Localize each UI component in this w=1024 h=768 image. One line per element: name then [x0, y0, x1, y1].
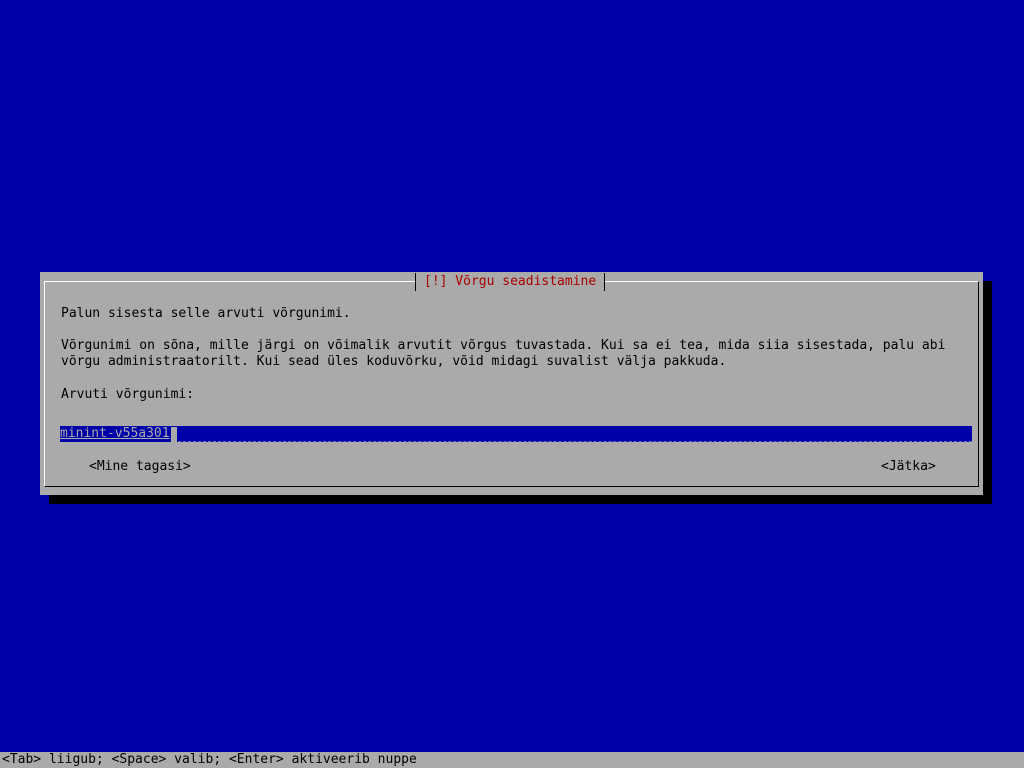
hostname-input[interactable]: minint-v55a301	[60, 426, 972, 442]
dialog-title: [!] Võrgu seadistamine	[424, 274, 597, 289]
description-line-2: võrgu administraatorilt. Kui sead üles k…	[61, 354, 727, 369]
hostname-input-value[interactable]: minint-v55a301	[60, 426, 170, 442]
continue-button[interactable]: <Jätka>	[881, 458, 936, 476]
dialog-frame: [!] Võrgu seadistamine Palun sisesta sel…	[44, 273, 979, 487]
network-config-dialog: [!] Võrgu seadistamine Palun sisesta sel…	[40, 272, 983, 495]
dialog-title-box: [!] Võrgu seadistamine	[415, 273, 606, 291]
back-button[interactable]: <Mine tagasi>	[89, 458, 191, 476]
prompt-text: Palun sisesta selle arvuti võrgunimi.	[61, 306, 351, 321]
text-cursor	[170, 426, 177, 442]
status-bar: <Tab> liigub; <Space> valib; <Enter> akt…	[0, 752, 1024, 768]
hostname-field-label: Arvuti võrgunimi:	[61, 387, 195, 402]
installer-screen: [!] Võrgu seadistamine Palun sisesta sel…	[0, 0, 1024, 768]
input-fill-line	[177, 427, 972, 442]
description-line-1: Võrgunimi on sõna, mille järgi on võimal…	[61, 338, 946, 353]
